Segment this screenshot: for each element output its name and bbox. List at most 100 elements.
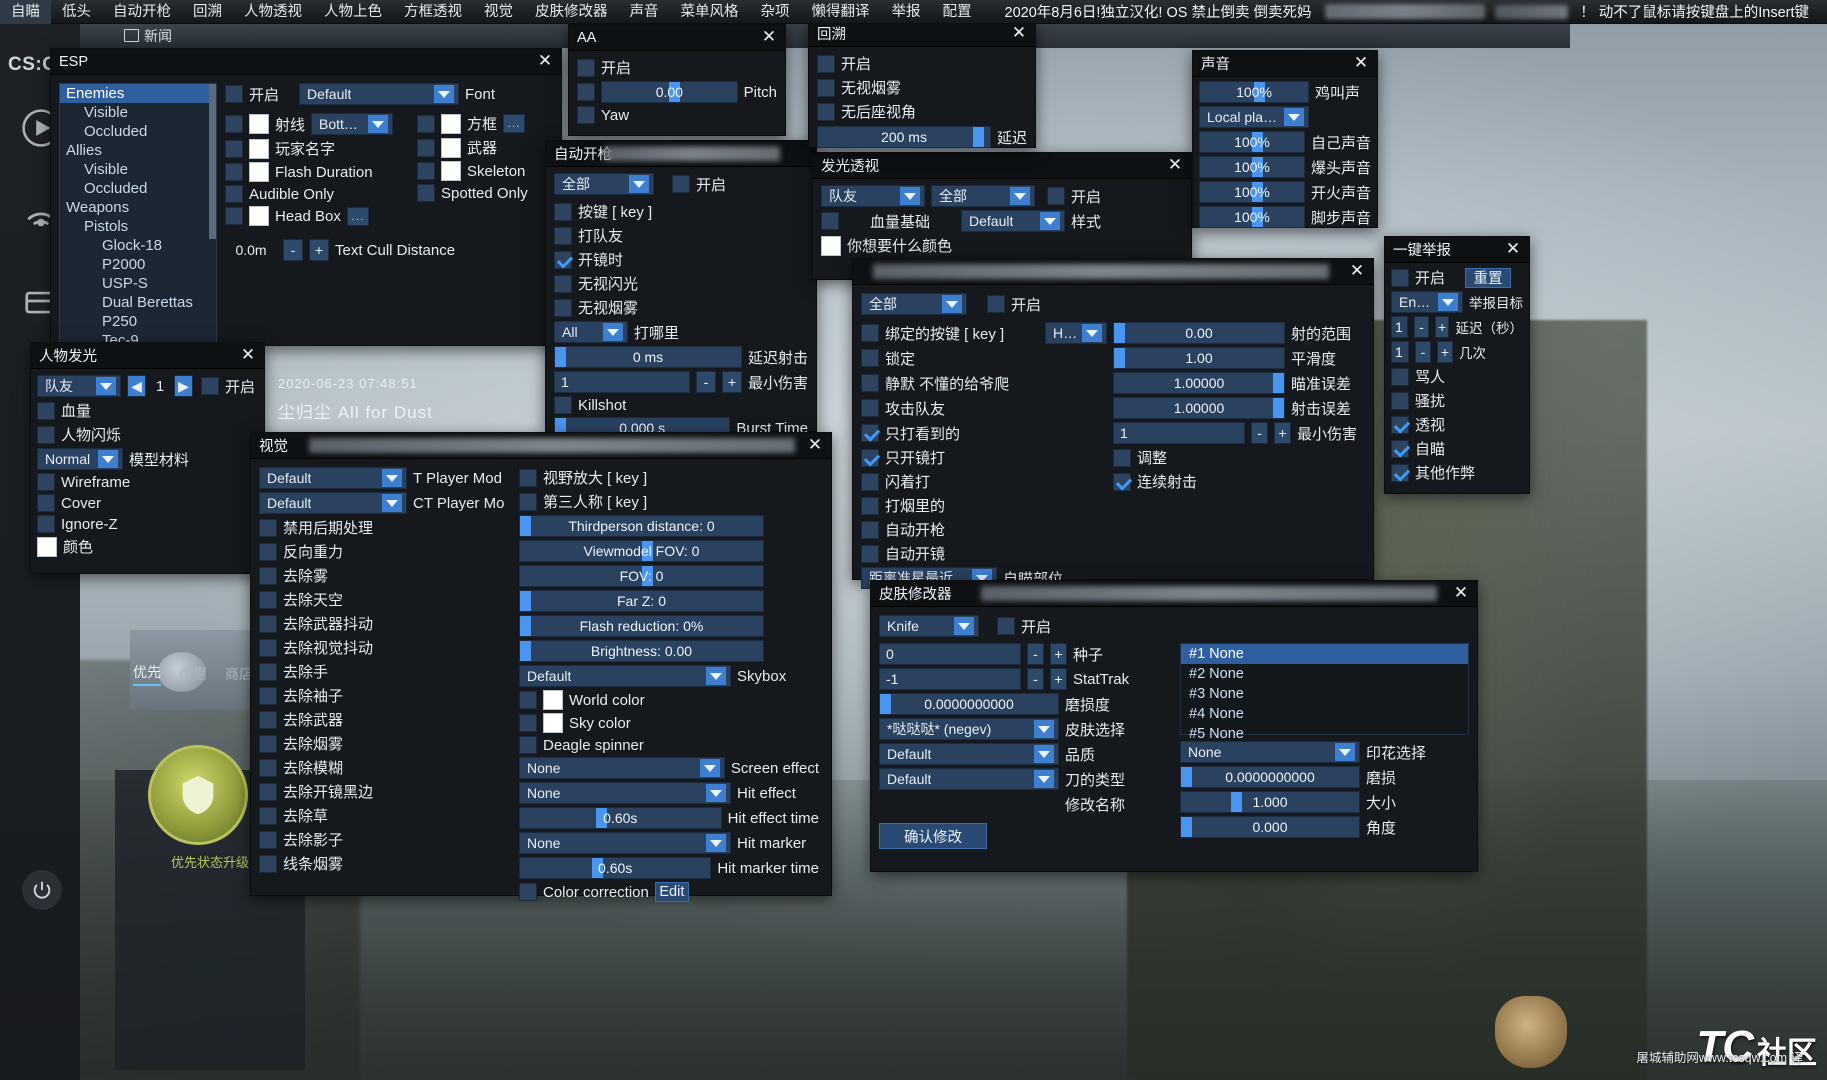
visuals-deagle-spinner-checkbox[interactable] <box>519 736 537 754</box>
player-chams-wireframe-checkbox[interactable] <box>37 473 55 491</box>
aimbot-through-smoke-checkbox[interactable] <box>861 496 879 515</box>
esp-tree-enemies-visible[interactable]: Visible <box>60 103 216 122</box>
esp-weapon-color[interactable] <box>441 137 461 158</box>
skinchanger-sticker-angle-slider[interactable]: 0.000 <box>1180 816 1360 838</box>
visuals-farz-slider[interactable]: Far Z: 0 <box>519 590 764 612</box>
anti-aim-pitch-checkbox[interactable] <box>577 83 595 101</box>
player-chams-ignorez-checkbox[interactable] <box>37 515 55 533</box>
visuals-thirdperson-checkbox[interactable] <box>519 492 537 511</box>
glow-color-swatch[interactable] <box>821 235 841 256</box>
quit-button[interactable] <box>22 870 62 910</box>
visuals-wire-smoke-checkbox[interactable] <box>259 854 277 873</box>
glow-team-dropdown[interactable]: 队友 <box>821 185 925 207</box>
skinchanger-window[interactable]: 皮肤修改器 ✕ Knife 开启 0 - + 种子 -1 - + StatTra… <box>870 580 1478 872</box>
skinchanger-sticker-dropdown[interactable]: None <box>1180 741 1360 763</box>
slider-knob[interactable] <box>1181 767 1192 787</box>
skinchanger-rename-input[interactable] <box>879 793 1059 815</box>
chevron-down-icon[interactable] <box>954 617 974 635</box>
menu-item-config[interactable]: 配置 <box>932 0 983 24</box>
esp-cull-minus-button[interactable]: - <box>283 239 303 261</box>
report-window[interactable]: 一键举报 ✕ 开启 重置 Enemies 举报目标 1 - + 延迟（秒） 1 … <box>1384 236 1530 494</box>
esp-name-color[interactable] <box>249 138 269 159</box>
report-delay-value[interactable]: 1 <box>1391 316 1409 338</box>
player-chams-enable-checkbox[interactable] <box>201 377 219 395</box>
menu-item-menu-style[interactable]: 菜单风格 <box>670 0 750 24</box>
esp-tree-allies-visible[interactable]: Visible <box>60 160 216 179</box>
autofire-mindmg-minus[interactable]: - <box>695 371 716 393</box>
esp-close-icon[interactable]: ✕ <box>535 51 555 71</box>
esp-weapon-checkbox[interactable] <box>417 138 435 157</box>
visuals-no-postprocess-checkbox[interactable] <box>259 518 277 537</box>
esp-tree-weapons[interactable]: Weapons <box>60 198 216 217</box>
autofire-teammate-checkbox[interactable] <box>554 226 572 245</box>
menu-item-player-esp[interactable]: 人物透视 <box>233 0 313 24</box>
esp-tree-allies-occluded[interactable]: Occluded <box>60 179 216 198</box>
aimbot-titlebar[interactable]: ✕ <box>853 259 1373 285</box>
visuals-flash-reduction-slider[interactable]: Flash reduction: 0% <box>519 615 764 637</box>
skinchanger-sticker-slot-3[interactable]: #3 None <box>1181 684 1468 704</box>
aimbot-autofire-checkbox[interactable] <box>861 520 879 539</box>
chevron-down-icon[interactable] <box>96 377 116 395</box>
slider-knob[interactable] <box>1114 348 1125 368</box>
menu-item-sound[interactable]: 声音 <box>619 0 670 24</box>
visuals-brightness-slider[interactable]: Brightness: 0.00 <box>519 640 764 662</box>
player-chams-prev-button[interactable]: ◀ <box>127 375 146 397</box>
menu-item-backtrack[interactable]: 回溯 <box>182 0 233 24</box>
aimbot-shot-error-slider[interactable]: 1.00000 <box>1113 397 1285 419</box>
chevron-down-icon[interactable] <box>699 759 720 777</box>
player-chams-blink-checkbox[interactable] <box>37 425 55 444</box>
visuals-no-view-shake-checkbox[interactable] <box>259 638 277 657</box>
esp-enable-checkbox[interactable] <box>225 85 243 103</box>
slider-knob[interactable] <box>1181 817 1192 837</box>
chevron-down-icon[interactable] <box>706 834 726 852</box>
report-count-minus[interactable]: - <box>1415 341 1431 363</box>
skinchanger-sticker-slot-1[interactable]: #1 None <box>1181 644 1468 664</box>
sound-fire-slider[interactable]: 100% <box>1199 181 1305 203</box>
menu-item-misc[interactable]: 杂项 <box>750 0 801 24</box>
slider-knob[interactable] <box>520 641 531 661</box>
skinchanger-sticker-slot-list[interactable]: #1 None #2 None #3 None #4 None #5 None <box>1180 643 1469 742</box>
esp-tree-scrollbar[interactable] <box>209 84 216 239</box>
skinchanger-seed-plus[interactable]: + <box>1050 643 1067 665</box>
menu-item-report[interactable]: 举报 <box>881 0 932 24</box>
visuals-no-weapon-checkbox[interactable] <box>259 710 277 729</box>
report-delay-minus[interactable]: - <box>1414 316 1429 338</box>
esp-cull-plus-button[interactable]: + <box>309 239 329 261</box>
esp-tree-enemies-occluded[interactable]: Occluded <box>60 122 216 141</box>
aimbot-key-checkbox[interactable] <box>861 324 879 342</box>
aimbot-close-icon[interactable]: ✕ <box>1347 261 1367 281</box>
report-titlebar[interactable]: 一键举报 ✕ <box>1385 237 1529 263</box>
backtrack-norecoil-view-checkbox[interactable] <box>817 102 835 121</box>
chevron-down-icon[interactable] <box>942 295 962 313</box>
menu-item-lowhead[interactable]: 低头 <box>51 0 102 24</box>
report-count-plus[interactable]: + <box>1437 341 1453 363</box>
report-count-value[interactable]: 1 <box>1391 341 1409 363</box>
esp-box-more-button[interactable]: ... <box>503 114 526 133</box>
visuals-window[interactable]: 视觉 ✕ Default T Player Mod Default CT Pla… <box>250 432 832 902</box>
autofire-ignore-smoke-checkbox[interactable] <box>554 298 572 317</box>
autofire-where-dropdown[interactable]: All <box>554 321 628 343</box>
aimbot-lock-checkbox[interactable] <box>861 349 879 367</box>
chevron-down-icon[interactable] <box>434 85 455 103</box>
skinchanger-knife-type-dropdown[interactable]: Default <box>879 768 1059 790</box>
report-griefing-checkbox[interactable] <box>1391 391 1409 410</box>
slider-knob[interactable] <box>520 591 531 611</box>
aimbot-key-mode-dropdown[interactable]: Hold <box>1045 322 1107 344</box>
visuals-viewmodel-fov-slider[interactable]: Viewmodel FOV: 0 <box>519 540 764 562</box>
esp-flash-color[interactable] <box>249 162 269 182</box>
aimbot-continuous-fire-checkbox[interactable] <box>1113 472 1131 491</box>
visuals-skybox-dropdown[interactable]: Default <box>519 665 731 687</box>
esp-headbox-color[interactable] <box>249 206 269 226</box>
anti-aim-close-icon[interactable]: ✕ <box>759 27 779 47</box>
skinchanger-stattrak-plus[interactable]: + <box>1050 668 1067 690</box>
menu-item-player-chams[interactable]: 人物上色 <box>313 0 393 24</box>
visuals-hit-marker-time-slider[interactable]: 0.60s <box>519 857 712 879</box>
glow-scope-dropdown[interactable]: 全部 <box>931 185 1035 207</box>
visuals-hit-effect-time-slider[interactable]: 0.60s <box>519 807 722 829</box>
report-close-icon[interactable]: ✕ <box>1503 239 1523 259</box>
sound-chicken-slider[interactable]: 100% <box>1199 81 1309 103</box>
chevron-down-icon[interactable] <box>382 494 402 512</box>
autofire-scoped-checkbox[interactable] <box>554 250 572 269</box>
esp-tracer-color[interactable] <box>249 114 269 134</box>
slider-knob[interactable] <box>520 516 531 536</box>
